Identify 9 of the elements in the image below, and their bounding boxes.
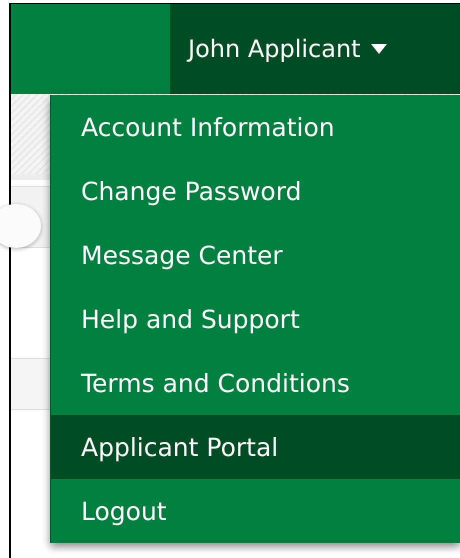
menu-item[interactable]: Logout: [51, 479, 460, 543]
caret-icon: [370, 44, 387, 54]
user-menu-button[interactable]: John Applicant: [170, 4, 460, 94]
menu-item[interactable]: Change Password: [51, 159, 460, 223]
menu-item[interactable]: Terms and Conditions: [51, 351, 460, 415]
menu-item[interactable]: Message Center: [51, 223, 460, 287]
menu-item[interactable]: Account Information: [51, 95, 460, 159]
menu-item[interactable]: Help and Support: [51, 287, 460, 351]
menu-item[interactable]: Applicant Portal: [51, 415, 460, 479]
